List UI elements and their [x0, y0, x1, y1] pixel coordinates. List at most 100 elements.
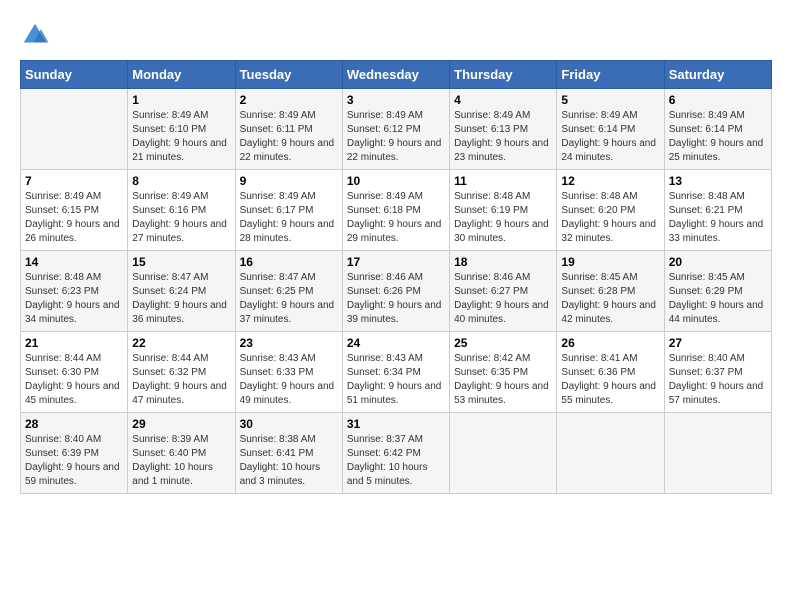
day-info: Sunrise: 8:45 AMSunset: 6:28 PMDaylight:…: [561, 271, 659, 327]
day-info: Sunrise: 8:40 AMSunset: 6:37 PMDaylight:…: [669, 352, 767, 408]
day-info: Sunrise: 8:44 AMSunset: 6:32 PMDaylight:…: [132, 352, 230, 408]
day-info: Sunrise: 8:48 AMSunset: 6:20 PMDaylight:…: [561, 190, 659, 246]
calendar-cell: 6 Sunrise: 8:49 AMSunset: 6:14 PMDaylight…: [664, 89, 771, 170]
day-number: 25: [454, 336, 552, 350]
calendar-cell: 26 Sunrise: 8:41 AMSunset: 6:36 PMDayligh…: [557, 332, 664, 413]
calendar-cell: 21 Sunrise: 8:44 AMSunset: 6:30 PMDayligh…: [21, 332, 128, 413]
calendar-cell: 16 Sunrise: 8:47 AMSunset: 6:25 PMDayligh…: [235, 251, 342, 332]
calendar-cell: 23 Sunrise: 8:43 AMSunset: 6:33 PMDayligh…: [235, 332, 342, 413]
day-number: 4: [454, 93, 552, 107]
calendar-cell: 19 Sunrise: 8:45 AMSunset: 6:28 PMDayligh…: [557, 251, 664, 332]
day-number: 10: [347, 174, 445, 188]
day-info: Sunrise: 8:39 AMSunset: 6:40 PMDaylight:…: [132, 433, 230, 489]
day-number: 26: [561, 336, 659, 350]
calendar-cell: 29 Sunrise: 8:39 AMSunset: 6:40 PMDayligh…: [128, 413, 235, 494]
calendar-cell: 12 Sunrise: 8:48 AMSunset: 6:20 PMDayligh…: [557, 170, 664, 251]
day-number: 23: [240, 336, 338, 350]
calendar-cell: 4 Sunrise: 8:49 AMSunset: 6:13 PMDaylight…: [450, 89, 557, 170]
calendar-cell: [450, 413, 557, 494]
calendar-header-row: SundayMondayTuesdayWednesdayThursdayFrid…: [21, 61, 772, 89]
calendar: SundayMondayTuesdayWednesdayThursdayFrid…: [20, 60, 772, 494]
day-number: 15: [132, 255, 230, 269]
day-number: 31: [347, 417, 445, 431]
day-info: Sunrise: 8:49 AMSunset: 6:15 PMDaylight:…: [25, 190, 123, 246]
day-number: 7: [25, 174, 123, 188]
day-info: Sunrise: 8:49 AMSunset: 6:12 PMDaylight:…: [347, 109, 445, 165]
day-info: Sunrise: 8:48 AMSunset: 6:23 PMDaylight:…: [25, 271, 123, 327]
day-number: 29: [132, 417, 230, 431]
day-info: Sunrise: 8:37 AMSunset: 6:42 PMDaylight:…: [347, 433, 445, 489]
day-number: 19: [561, 255, 659, 269]
calendar-cell: 13 Sunrise: 8:48 AMSunset: 6:21 PMDayligh…: [664, 170, 771, 251]
day-number: 1: [132, 93, 230, 107]
calendar-cell: 3 Sunrise: 8:49 AMSunset: 6:12 PMDaylight…: [342, 89, 449, 170]
day-info: Sunrise: 8:48 AMSunset: 6:21 PMDaylight:…: [669, 190, 767, 246]
day-info: Sunrise: 8:43 AMSunset: 6:34 PMDaylight:…: [347, 352, 445, 408]
calendar-cell: 30Sunrise: 8:38 AMSunset: 6:41 PMDayligh…: [235, 413, 342, 494]
day-number: 3: [347, 93, 445, 107]
calendar-header-tuesday: Tuesday: [235, 61, 342, 89]
day-number: 16: [240, 255, 338, 269]
day-info: Sunrise: 8:49 AMSunset: 6:10 PMDaylight:…: [132, 109, 230, 165]
calendar-cell: 22 Sunrise: 8:44 AMSunset: 6:32 PMDayligh…: [128, 332, 235, 413]
day-info: Sunrise: 8:49 AMSunset: 6:13 PMDaylight:…: [454, 109, 552, 165]
day-number: 9: [240, 174, 338, 188]
calendar-cell: 14 Sunrise: 8:48 AMSunset: 6:23 PMDayligh…: [21, 251, 128, 332]
day-number: 12: [561, 174, 659, 188]
calendar-cell: 31 Sunrise: 8:37 AMSunset: 6:42 PMDayligh…: [342, 413, 449, 494]
day-number: 22: [132, 336, 230, 350]
day-info: Sunrise: 8:49 AMSunset: 6:17 PMDaylight:…: [240, 190, 338, 246]
calendar-header-friday: Friday: [557, 61, 664, 89]
calendar-header-monday: Monday: [128, 61, 235, 89]
day-number: 13: [669, 174, 767, 188]
day-info: Sunrise: 8:41 AMSunset: 6:36 PMDaylight:…: [561, 352, 659, 408]
calendar-cell: 25Sunrise: 8:42 AMSunset: 6:35 PMDayligh…: [450, 332, 557, 413]
calendar-cell: 1 Sunrise: 8:49 AMSunset: 6:10 PMDaylight…: [128, 89, 235, 170]
day-info: Sunrise: 8:46 AMSunset: 6:26 PMDaylight:…: [347, 271, 445, 327]
day-number: 30: [240, 417, 338, 431]
calendar-cell: [21, 89, 128, 170]
calendar-cell: 15 Sunrise: 8:47 AMSunset: 6:24 PMDayligh…: [128, 251, 235, 332]
day-number: 2: [240, 93, 338, 107]
day-info: Sunrise: 8:49 AMSunset: 6:11 PMDaylight:…: [240, 109, 338, 165]
day-info: Sunrise: 8:46 AMSunset: 6:27 PMDaylight:…: [454, 271, 552, 327]
day-info: Sunrise: 8:48 AMSunset: 6:19 PMDaylight:…: [454, 190, 552, 246]
calendar-week-row: 28Sunrise: 8:40 AMSunset: 6:39 PMDayligh…: [21, 413, 772, 494]
day-number: 5: [561, 93, 659, 107]
day-info: Sunrise: 8:47 AMSunset: 6:25 PMDaylight:…: [240, 271, 338, 327]
day-info: Sunrise: 8:44 AMSunset: 6:30 PMDaylight:…: [25, 352, 123, 408]
calendar-cell: 10Sunrise: 8:49 AMSunset: 6:18 PMDayligh…: [342, 170, 449, 251]
calendar-cell: 27 Sunrise: 8:40 AMSunset: 6:37 PMDayligh…: [664, 332, 771, 413]
calendar-header-sunday: Sunday: [21, 61, 128, 89]
day-number: 21: [25, 336, 123, 350]
day-number: 17: [347, 255, 445, 269]
day-number: 18: [454, 255, 552, 269]
day-info: Sunrise: 8:49 AMSunset: 6:16 PMDaylight:…: [132, 190, 230, 246]
calendar-week-row: 7 Sunrise: 8:49 AMSunset: 6:15 PMDaylight…: [21, 170, 772, 251]
day-info: Sunrise: 8:45 AMSunset: 6:29 PMDaylight:…: [669, 271, 767, 327]
calendar-header-wednesday: Wednesday: [342, 61, 449, 89]
day-number: 28: [25, 417, 123, 431]
calendar-week-row: 14 Sunrise: 8:48 AMSunset: 6:23 PMDayligh…: [21, 251, 772, 332]
calendar-cell: 7 Sunrise: 8:49 AMSunset: 6:15 PMDaylight…: [21, 170, 128, 251]
calendar-cell: 20Sunrise: 8:45 AMSunset: 6:29 PMDayligh…: [664, 251, 771, 332]
calendar-cell: 17 Sunrise: 8:46 AMSunset: 6:26 PMDayligh…: [342, 251, 449, 332]
day-number: 27: [669, 336, 767, 350]
day-number: 14: [25, 255, 123, 269]
day-number: 24: [347, 336, 445, 350]
day-number: 11: [454, 174, 552, 188]
calendar-week-row: 1 Sunrise: 8:49 AMSunset: 6:10 PMDaylight…: [21, 89, 772, 170]
logo: [20, 20, 54, 50]
day-info: Sunrise: 8:49 AMSunset: 6:14 PMDaylight:…: [669, 109, 767, 165]
day-number: 6: [669, 93, 767, 107]
calendar-cell: 24 Sunrise: 8:43 AMSunset: 6:34 PMDayligh…: [342, 332, 449, 413]
calendar-cell: 28Sunrise: 8:40 AMSunset: 6:39 PMDayligh…: [21, 413, 128, 494]
calendar-cell: [557, 413, 664, 494]
calendar-header-thursday: Thursday: [450, 61, 557, 89]
calendar-cell: 9 Sunrise: 8:49 AMSunset: 6:17 PMDaylight…: [235, 170, 342, 251]
day-info: Sunrise: 8:43 AMSunset: 6:33 PMDaylight:…: [240, 352, 338, 408]
calendar-cell: 18 Sunrise: 8:46 AMSunset: 6:27 PMDayligh…: [450, 251, 557, 332]
calendar-cell: 2 Sunrise: 8:49 AMSunset: 6:11 PMDaylight…: [235, 89, 342, 170]
calendar-week-row: 21 Sunrise: 8:44 AMSunset: 6:30 PMDayligh…: [21, 332, 772, 413]
day-info: Sunrise: 8:47 AMSunset: 6:24 PMDaylight:…: [132, 271, 230, 327]
